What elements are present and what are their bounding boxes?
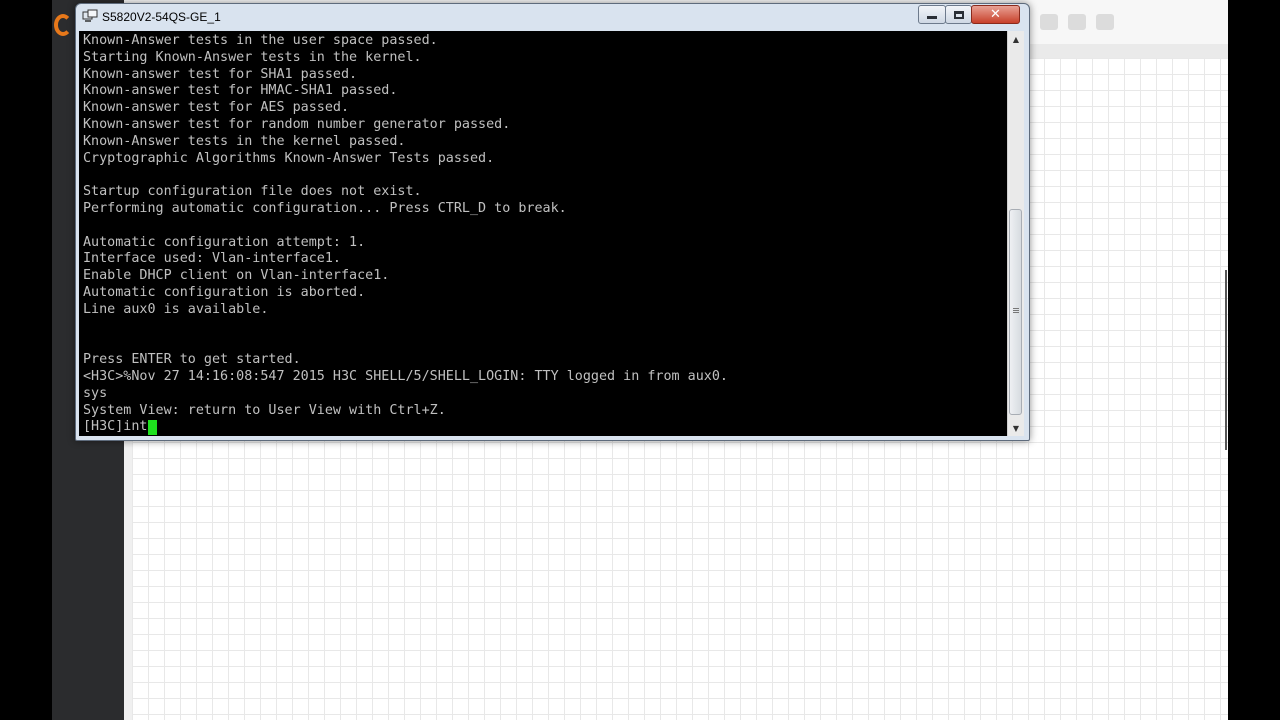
scroll-up-icon[interactable]: ▲ bbox=[1008, 31, 1024, 47]
scrollbar-grip-icon bbox=[1013, 308, 1019, 314]
terminal-line: Enable DHCP client on Vlan-interface1. bbox=[83, 268, 390, 284]
terminal-line: System View: return to User View with Ct… bbox=[83, 402, 446, 418]
scroll-down-icon[interactable]: ▼ bbox=[1008, 420, 1024, 436]
terminal-line: Cryptographic Algorithms Known-Answer Te… bbox=[83, 150, 495, 166]
toolbar-icon[interactable] bbox=[1068, 14, 1086, 30]
terminal-line: Interface used: Vlan-interface1. bbox=[83, 251, 341, 267]
terminal-line: Startup configuration file does not exis… bbox=[83, 184, 422, 200]
terminal-line: Performing automatic configuration... Pr… bbox=[83, 200, 567, 216]
terminal-line: Automatic configuration is aborted. bbox=[83, 284, 366, 300]
terminal-line: Line aux0 is available. bbox=[83, 301, 269, 317]
minimize-icon bbox=[927, 16, 937, 19]
vertical-scrollbar[interactable]: ▲ ▼ bbox=[1007, 31, 1024, 436]
close-button[interactable]: ✕ bbox=[971, 5, 1020, 24]
command-prompt[interactable]: [H3C]int bbox=[83, 419, 728, 436]
minimize-button[interactable] bbox=[918, 5, 946, 24]
close-icon: ✕ bbox=[990, 7, 1001, 22]
terminal-window[interactable]: S5820V2-54QS-GE_1 ✕ Known-Answer tests i… bbox=[75, 3, 1030, 441]
command-input[interactable]: [H3C]int bbox=[83, 419, 148, 436]
window-title: S5820V2-54QS-GE_1 bbox=[102, 10, 221, 24]
toolbar-icon[interactable] bbox=[1040, 14, 1058, 30]
terminal-line: Known-Answer tests in the kernel passed. bbox=[83, 133, 406, 149]
maximize-icon bbox=[953, 10, 964, 19]
terminal-line: sys bbox=[83, 385, 108, 401]
terminal-connection-icon bbox=[82, 9, 98, 22]
terminal-line: Known-answer test for SHA1 passed. bbox=[83, 66, 358, 82]
terminal-line: Known-Answer tests in the user space pas… bbox=[83, 33, 438, 48]
terminal-line: Known-answer test for random number gene… bbox=[83, 116, 511, 132]
app-logo-icon bbox=[54, 14, 72, 36]
scrollbar-thumb[interactable] bbox=[1009, 209, 1022, 415]
maximize-button[interactable] bbox=[945, 5, 972, 24]
terminal-line: Known-answer test for HMAC-SHA1 passed. bbox=[83, 83, 398, 99]
terminal-line: Press ENTER to get started. bbox=[83, 352, 301, 368]
title-bar[interactable]: S5820V2-54QS-GE_1 ✕ bbox=[76, 4, 1029, 29]
toolbar-icon[interactable] bbox=[1096, 14, 1114, 30]
terminal-line: Starting Known-Answer tests in the kerne… bbox=[83, 49, 422, 65]
terminal-line: <H3C>%Nov 27 14:16:08:547 2015 H3C SHELL… bbox=[83, 368, 728, 384]
text-cursor bbox=[147, 420, 157, 436]
terminal-output[interactable]: Known-Answer tests in the user space pas… bbox=[79, 31, 1007, 436]
terminal-line: Automatic configuration attempt: 1. bbox=[83, 234, 366, 250]
canvas-edge bbox=[1225, 270, 1230, 450]
terminal-line: Known-answer test for AES passed. bbox=[83, 100, 350, 116]
terminal-text: Known-Answer tests in the user space pas… bbox=[83, 33, 728, 436]
